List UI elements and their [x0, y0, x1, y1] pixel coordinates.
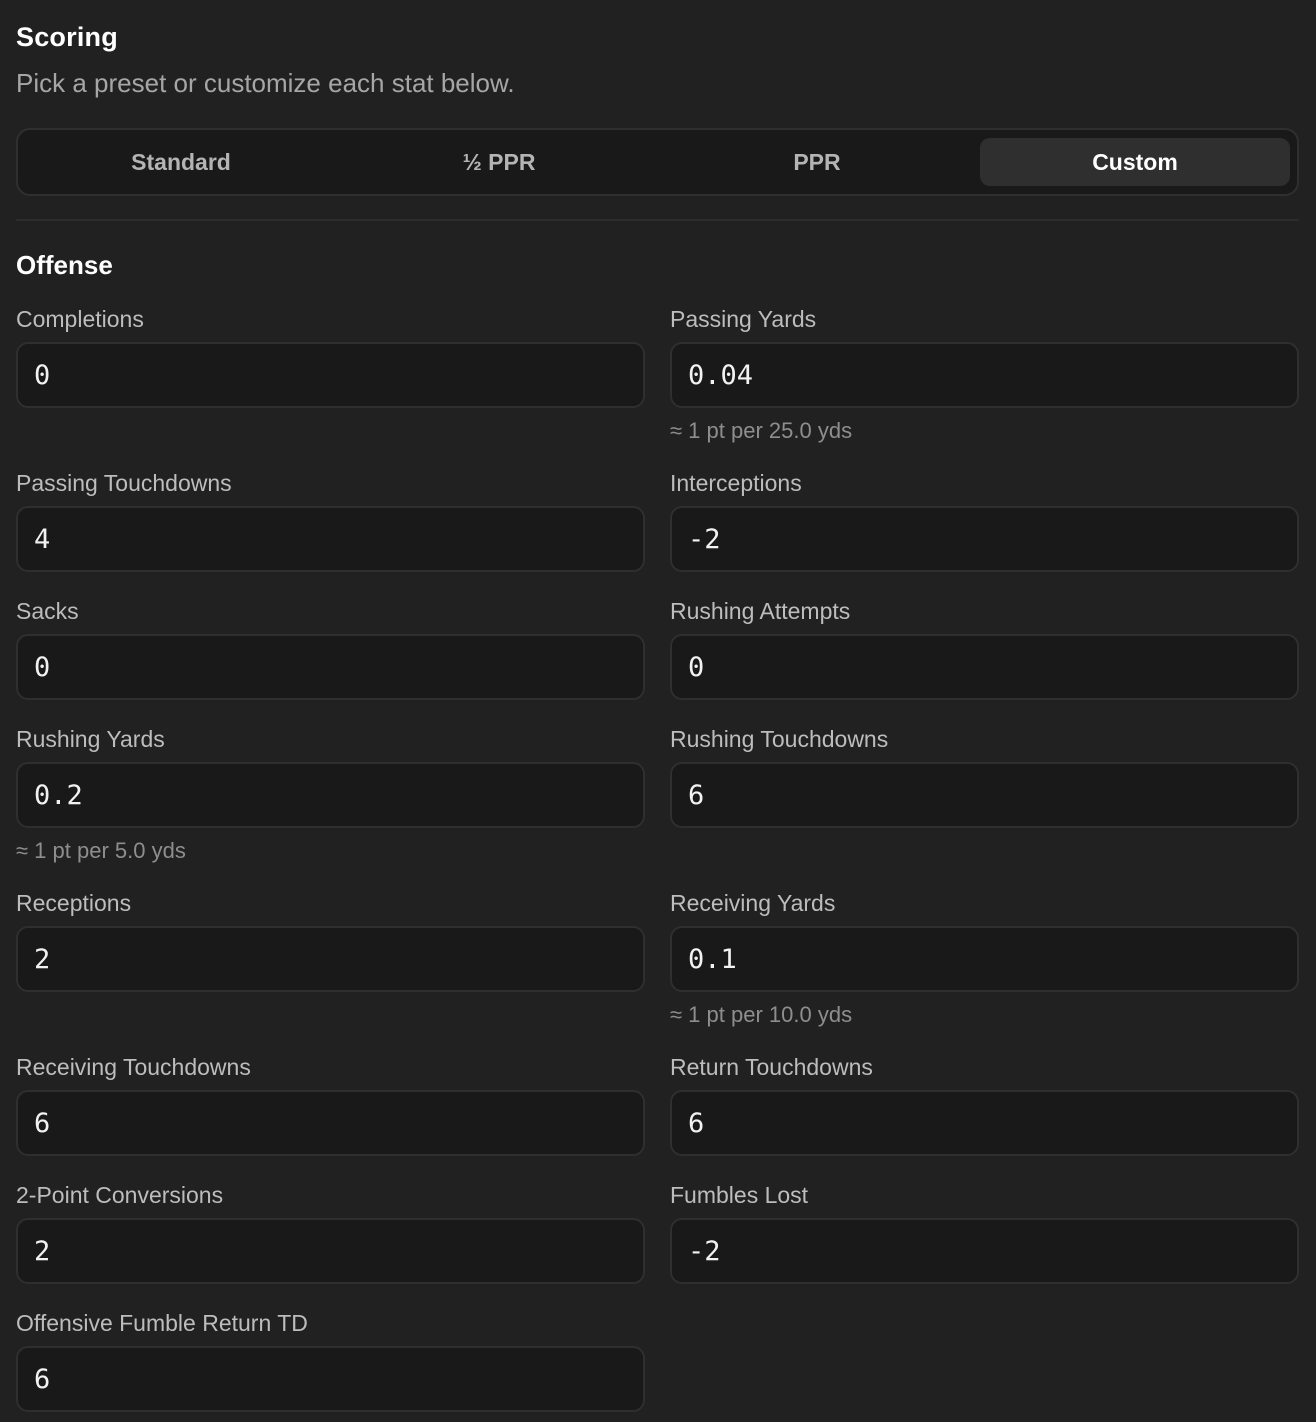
receiving-touchdowns-input[interactable]: [16, 1090, 645, 1156]
rushing-attempts-input[interactable]: [670, 634, 1299, 700]
preset-custom-button[interactable]: Custom: [980, 138, 1290, 186]
field-label: Return Touchdowns: [670, 1054, 873, 1080]
field-label: Passing Yards: [670, 306, 817, 332]
field-two-point-conversions: 2-Point Conversions: [16, 1180, 645, 1284]
fumbles-lost-input[interactable]: [670, 1218, 1299, 1284]
field-label: Fumbles Lost: [670, 1182, 809, 1208]
rushing-touchdowns-input[interactable]: [670, 762, 1299, 828]
preset-segmented-control: Standard ½ PPR PPR Custom: [16, 128, 1299, 196]
page-title: Scoring: [16, 22, 118, 52]
field-label: Rushing Attempts: [670, 598, 851, 624]
sacks-input[interactable]: [16, 634, 645, 700]
field-rushing-touchdowns: Rushing Touchdowns: [670, 724, 1299, 828]
field-label: Sacks: [16, 598, 79, 624]
field-label: Completions: [16, 306, 144, 332]
field-label: Rushing Yards: [16, 726, 165, 752]
field-passing-yards: Passing Yards ≈ 1 pt per 25.0 yds: [670, 304, 1299, 446]
field-label: Receptions: [16, 890, 132, 916]
field-receiving-yards: Receiving Yards ≈ 1 pt per 10.0 yds: [670, 888, 1299, 1030]
receiving-yards-input[interactable]: [670, 926, 1299, 992]
field-receptions: Receptions: [16, 888, 645, 992]
field-fumbles-lost: Fumbles Lost: [670, 1180, 1299, 1284]
field-label: Passing Touchdowns: [16, 470, 232, 496]
field-sacks: Sacks: [16, 596, 645, 700]
field-label: Receiving Yards: [670, 890, 836, 916]
return-touchdowns-input[interactable]: [670, 1090, 1299, 1156]
receiving-yards-hint: ≈ 1 pt per 10.0 yds: [670, 1002, 853, 1027]
field-label: Interceptions: [670, 470, 802, 496]
field-passing-touchdowns: Passing Touchdowns: [16, 468, 645, 572]
receptions-input[interactable]: [16, 926, 645, 992]
field-rushing-attempts: Rushing Attempts: [670, 596, 1299, 700]
field-label: Offensive Fumble Return TD: [16, 1310, 308, 1336]
field-label: Rushing Touchdowns: [670, 726, 889, 752]
section-title-offense: Offense: [16, 250, 113, 280]
two-point-conversions-input[interactable]: [16, 1218, 645, 1284]
interceptions-input[interactable]: [670, 506, 1299, 572]
preset-standard-button[interactable]: Standard: [26, 138, 336, 186]
field-label: Receiving Touchdowns: [16, 1054, 251, 1080]
completions-input[interactable]: [16, 342, 645, 408]
section-divider: [16, 219, 1299, 221]
field-rushing-yards: Rushing Yards ≈ 1 pt per 5.0 yds: [16, 724, 645, 866]
field-return-touchdowns: Return Touchdowns: [670, 1052, 1299, 1156]
field-completions: Completions: [16, 304, 645, 408]
passing-yards-input[interactable]: [670, 342, 1299, 408]
field-interceptions: Interceptions: [670, 468, 1299, 572]
passing-touchdowns-input[interactable]: [16, 506, 645, 572]
passing-yards-hint: ≈ 1 pt per 25.0 yds: [670, 418, 853, 443]
page-subtitle: Pick a preset or customize each stat bel…: [16, 68, 515, 98]
field-label: 2-Point Conversions: [16, 1182, 224, 1208]
preset-ppr-button[interactable]: PPR: [662, 138, 972, 186]
offensive-fumble-return-td-input[interactable]: [16, 1346, 645, 1412]
field-offensive-fumble-return-td: Offensive Fumble Return TD: [16, 1308, 645, 1412]
rushing-yards-input[interactable]: [16, 762, 645, 828]
preset-half-ppr-button[interactable]: ½ PPR: [344, 138, 654, 186]
field-receiving-touchdowns: Receiving Touchdowns: [16, 1052, 645, 1156]
rushing-yards-hint: ≈ 1 pt per 5.0 yds: [16, 838, 186, 863]
